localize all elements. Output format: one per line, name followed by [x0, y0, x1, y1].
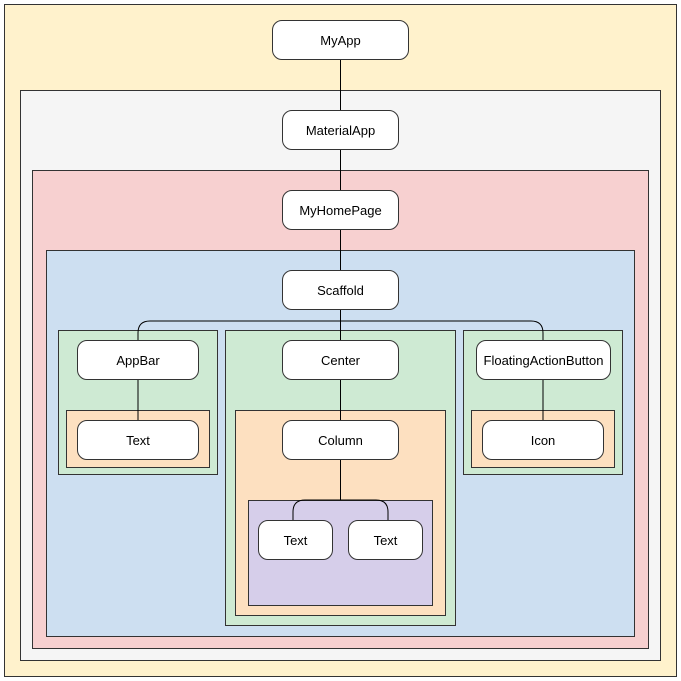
node-column: Column	[282, 420, 399, 460]
node-label: MyApp	[320, 33, 360, 48]
node-label: Center	[321, 353, 360, 368]
node-label: Scaffold	[317, 283, 364, 298]
node-scaffold: Scaffold	[282, 270, 399, 310]
node-myapp: MyApp	[272, 20, 409, 60]
node-center: Center	[282, 340, 399, 380]
node-label: Text	[126, 433, 150, 448]
node-label: MaterialApp	[306, 123, 375, 138]
node-label: Icon	[531, 433, 556, 448]
node-label: MyHomePage	[299, 203, 381, 218]
node-appbar: AppBar	[77, 340, 199, 380]
node-text-col2: Text	[348, 520, 423, 560]
node-label: Text	[284, 533, 308, 548]
node-label: AppBar	[116, 353, 159, 368]
node-text-appbar: Text	[77, 420, 199, 460]
diagram-canvas: MyApp MaterialApp MyHomePage Scaffold Ap…	[0, 0, 681, 681]
node-myhomepage: MyHomePage	[282, 190, 399, 230]
node-materialapp: MaterialApp	[282, 110, 399, 150]
node-label: FloatingActionButton	[484, 353, 604, 368]
node-label: Text	[374, 533, 398, 548]
node-icon: Icon	[482, 420, 604, 460]
node-fab: FloatingActionButton	[476, 340, 611, 380]
node-label: Column	[318, 433, 363, 448]
node-text-col1: Text	[258, 520, 333, 560]
